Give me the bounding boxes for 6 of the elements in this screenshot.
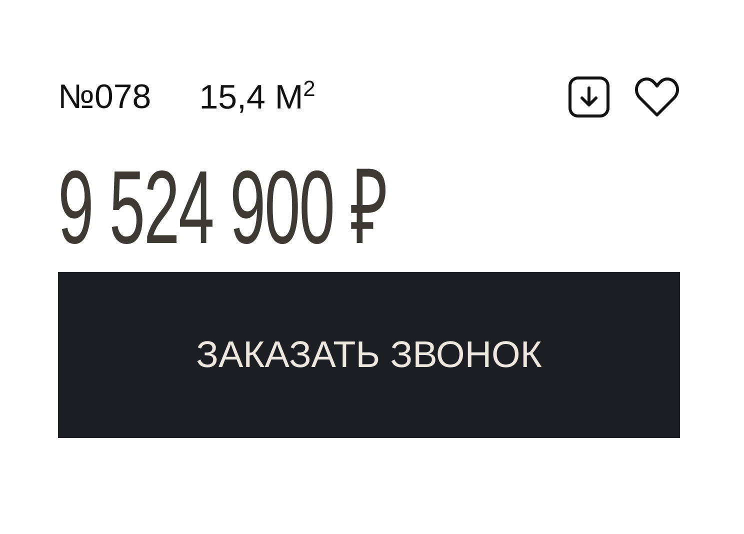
heart-icon[interactable] — [634, 76, 680, 118]
price: 9 524 900 ₽ — [58, 148, 387, 268]
apartment-number: №078 — [58, 78, 152, 116]
download-icon[interactable] — [568, 76, 610, 118]
request-call-button[interactable]: ЗАКАЗАТЬ ЗВОНОК — [58, 272, 680, 438]
apartment-area: 15,4 М$^{2}$ — [199, 76, 316, 118]
